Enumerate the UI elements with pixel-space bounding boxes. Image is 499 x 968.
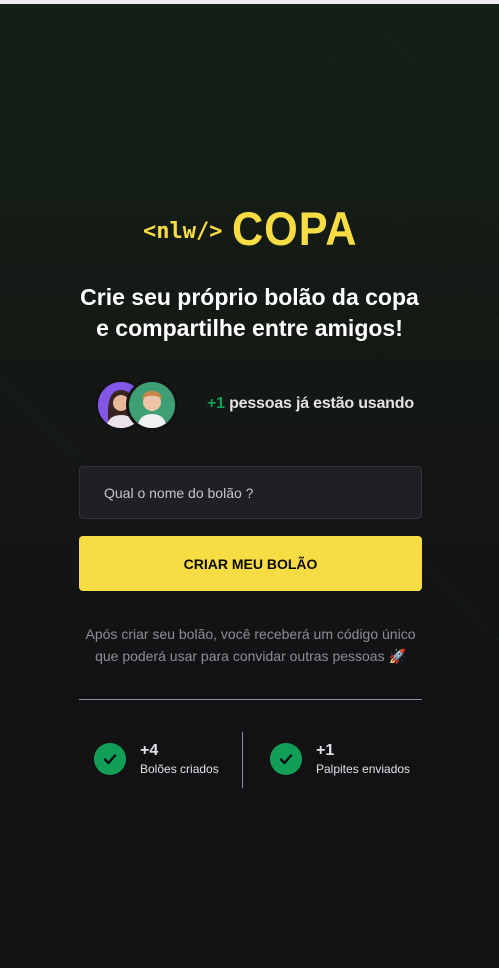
users-count-text: +1 pessoas já estão usando xyxy=(207,395,414,413)
stat-value: +1 xyxy=(316,742,335,759)
info-text: Após criar seu bolão, você receberá um c… xyxy=(79,623,422,667)
logo-code-tag: <nlw/> xyxy=(143,218,223,244)
check-icon xyxy=(270,743,302,775)
logo-title: COPA xyxy=(232,201,358,255)
page-headline: Crie seu próprio bolão da copa e compart… xyxy=(0,282,499,344)
check-icon xyxy=(94,743,126,775)
users-count-number: +1 xyxy=(207,395,225,412)
stat-label: Bolões criados xyxy=(140,762,219,776)
headline-line-1: Crie seu próprio bolão da copa xyxy=(80,284,419,310)
info-line-2: que poderá usar para convidar outras pes… xyxy=(95,648,406,664)
create-pool-button[interactable]: CRIAR MEU BOLÃO xyxy=(79,536,422,591)
users-count-label: pessoas já estão usando xyxy=(224,395,414,412)
info-line-1: Após criar seu bolão, você receberá um c… xyxy=(85,626,416,642)
avatar-user-2 xyxy=(126,379,178,431)
browser-top-edge xyxy=(0,0,499,4)
stat-guesses-sent: +1 Palpites enviados xyxy=(270,741,410,777)
pool-name-input[interactable] xyxy=(79,466,422,519)
app-logo: <nlw/> COPA xyxy=(143,202,369,255)
stat-value: +4 xyxy=(140,742,159,759)
stats-divider xyxy=(242,732,243,788)
user-avatars xyxy=(95,379,185,431)
stat-pools-created: +4 Bolões criados xyxy=(94,741,219,777)
section-divider xyxy=(79,699,422,700)
headline-line-2: e compartilhe entre amigos! xyxy=(96,315,403,341)
stat-label: Palpites enviados xyxy=(316,762,411,776)
